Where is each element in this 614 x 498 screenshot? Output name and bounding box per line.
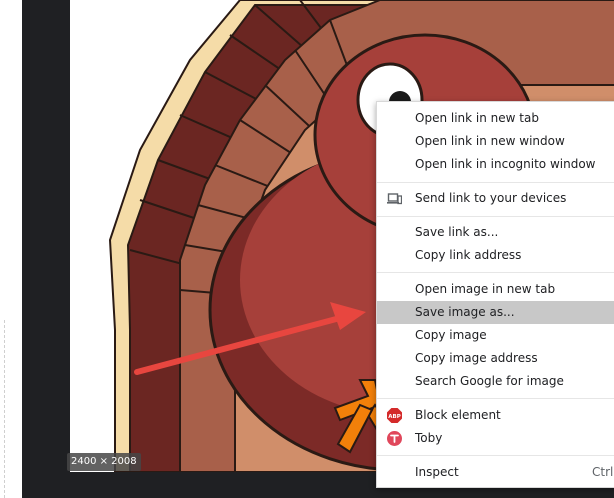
menu-item-label: Inspect [415, 465, 459, 479]
menu-item-open-image-new-tab[interactable]: Open image in new tab [377, 278, 614, 301]
menu-item-save-link-as[interactable]: Save link as... [377, 221, 614, 244]
menu-item-toby[interactable]: Toby [377, 427, 614, 450]
toby-icon [387, 431, 402, 446]
menu-item-copy-image[interactable]: Copy image [377, 324, 614, 347]
left-page-strip [0, 0, 22, 498]
menu-item-copy-image-address[interactable]: Copy image address [377, 347, 614, 370]
menu-item-inspect[interactable]: Inspect Ctrl+ [377, 461, 614, 484]
menu-item-label: Send link to your devices [415, 191, 567, 205]
menu-item-label: Copy image address [415, 351, 538, 365]
menu-item-label: Open link in new window [415, 134, 565, 148]
menu-item-block-element[interactable]: ABP Block element [377, 404, 614, 427]
menu-item-label: Copy image [415, 328, 487, 342]
abp-icon-text: ABP [388, 414, 400, 420]
menu-item-copy-link-address[interactable]: Copy link address [377, 244, 614, 267]
image-dimensions-badge: 2400 × 2008 [67, 453, 141, 471]
menu-separator [377, 272, 614, 273]
devices-icon [387, 193, 402, 205]
menu-separator [377, 398, 614, 399]
menu-item-label: Save link as... [415, 225, 499, 239]
menu-item-label: Open image in new tab [415, 282, 556, 296]
context-menu: Open link in new tab Open link in new wi… [376, 101, 614, 488]
inspect-shortcut: Ctrl+ [592, 465, 614, 479]
menu-item-send-link-devices[interactable]: Send link to your devices [377, 187, 614, 210]
abp-icon: ABP [387, 408, 402, 423]
menu-item-label: Save image as... [415, 305, 515, 319]
dashed-border [4, 320, 5, 498]
menu-item-open-link-new-window[interactable]: Open link in new window [377, 130, 614, 153]
menu-item-save-image-as[interactable]: Save image as... [377, 301, 614, 324]
menu-separator [377, 182, 614, 183]
menu-separator [377, 216, 614, 217]
menu-item-label: Open link in incognito window [415, 157, 596, 171]
menu-item-search-google-image[interactable]: Search Google for image [377, 370, 614, 393]
menu-item-label: Open link in new tab [415, 111, 539, 125]
menu-item-label: Search Google for image [415, 374, 564, 388]
menu-item-label: Block element [415, 408, 501, 422]
menu-item-label: Copy link address [415, 248, 522, 262]
menu-item-open-link-incognito[interactable]: Open link in incognito window [377, 153, 614, 176]
menu-item-label: Toby [415, 431, 443, 445]
menu-item-open-link-new-tab[interactable]: Open link in new tab [377, 107, 614, 130]
menu-separator [377, 455, 614, 456]
